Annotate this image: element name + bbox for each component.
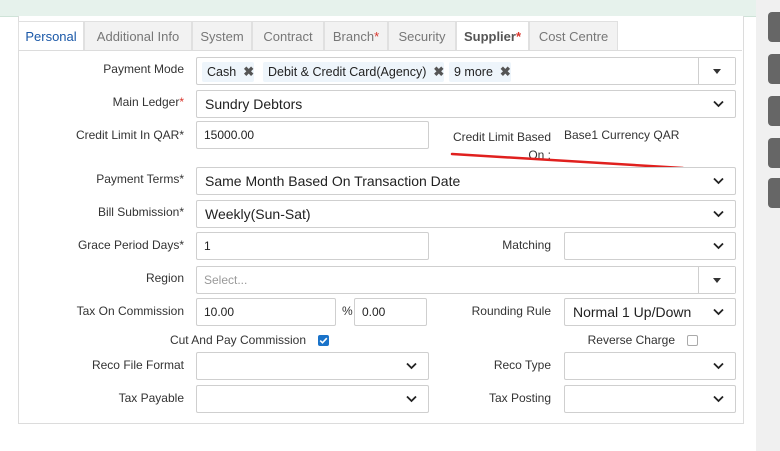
bill-submission-label: Bill Submission*	[97, 205, 184, 219]
tax-percent-input[interactable]: 0.00	[354, 298, 427, 326]
reverse-charge-checkbox[interactable]	[687, 335, 698, 346]
cut-and-pay-label: Cut And Pay Commission	[169, 333, 306, 347]
dropdown-toggle-button[interactable]	[698, 267, 735, 293]
reco-file-format-label: Reco File Format	[91, 358, 184, 372]
grace-period-input[interactable]: 1	[196, 232, 429, 260]
grace-period-label: Grace Period Days*	[77, 238, 184, 252]
payment-terms-select[interactable]: Same Month Based On Transaction Date	[196, 167, 736, 195]
rounding-rule-select[interactable]: Normal 1 Up/Down	[564, 298, 736, 326]
chevron-down-icon	[713, 210, 724, 220]
tax-payable-label: Tax Payable	[118, 391, 184, 405]
chevron-down-icon	[713, 362, 724, 372]
matching-select[interactable]	[564, 232, 736, 260]
chevron-down-icon	[406, 395, 417, 405]
region-label: Region	[145, 271, 184, 285]
percent-sign: %	[342, 304, 353, 318]
chevron-down-icon	[713, 177, 724, 187]
region-placeholder: Select...	[204, 273, 248, 287]
select-value: Same Month Based On Transaction Date	[205, 173, 461, 189]
caret-down-icon	[713, 278, 721, 283]
tax-on-commission-input[interactable]: 10.00	[196, 298, 336, 326]
matching-label: Matching	[502, 238, 551, 252]
cut-and-pay-checkbox[interactable]	[318, 335, 329, 346]
reco-type-select[interactable]	[564, 352, 736, 380]
tax-on-commission-label: Tax On Commission	[76, 304, 184, 318]
checkmark-icon	[319, 337, 328, 344]
reco-type-label: Reco Type	[493, 358, 551, 372]
select-value: Weekly(Sun-Sat)	[205, 206, 311, 222]
region-select[interactable]: Select...	[196, 266, 736, 294]
payment-terms-label: Payment Terms*	[96, 172, 184, 186]
reverse-charge-label: Reverse Charge	[587, 333, 675, 347]
bill-submission-select[interactable]: Weekly(Sun-Sat)	[196, 200, 736, 228]
chevron-down-icon	[713, 242, 724, 252]
rounding-rule-label: Rounding Rule	[471, 304, 551, 318]
chevron-down-icon	[713, 395, 724, 405]
tax-posting-select[interactable]	[564, 385, 736, 413]
tax-posting-label: Tax Posting	[488, 391, 551, 405]
select-value: Normal 1 Up/Down	[573, 304, 692, 320]
tax-payable-select[interactable]	[196, 385, 429, 413]
reco-file-format-select[interactable]	[196, 352, 429, 380]
chevron-down-icon	[406, 362, 417, 372]
chevron-down-icon	[713, 308, 724, 318]
